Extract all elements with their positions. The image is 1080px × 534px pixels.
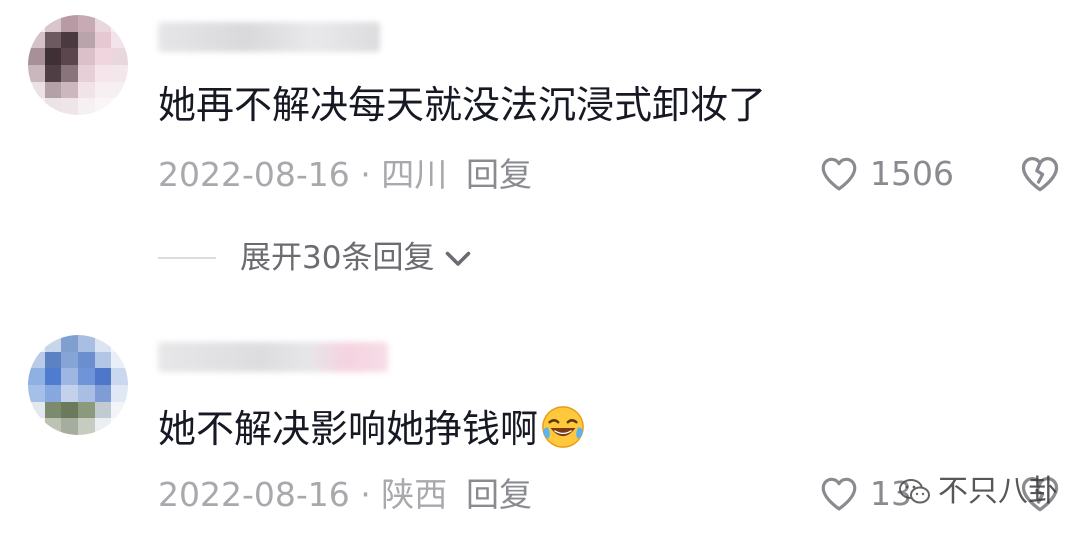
comment-text: 她不解决影响她挣钱啊: [158, 404, 586, 452]
comment-text: 她再不解决每天就没法沉浸式卸妆了: [158, 83, 767, 127]
expand-replies-button[interactable]: 展开30条回复: [158, 238, 476, 278]
heart-outline-icon: [821, 157, 857, 191]
comment-location: 四川: [381, 155, 448, 194]
comment-date: 2022-08-16: [158, 155, 350, 194]
avatar[interactable]: [28, 15, 128, 115]
dislike-button[interactable]: [1018, 152, 1062, 200]
username-redacted[interactable]: [158, 342, 388, 372]
expand-replies-label: 展开30条回复: [240, 240, 435, 276]
meta-separator: ·: [360, 475, 371, 514]
chevron-down-icon: [446, 251, 471, 266]
comment-meta: 2022-08-16 · 陕西: [158, 475, 447, 515]
laughing-tears-emoji-icon: [542, 406, 584, 448]
reply-button[interactable]: 回复: [466, 155, 532, 195]
watermark-text: 不只八卦: [938, 474, 1058, 509]
like-button[interactable]: 1506: [818, 153, 954, 195]
wechat-logo-icon: [899, 479, 930, 504]
comment-meta: 2022-08-16 · 四川: [158, 155, 447, 195]
meta-separator: ·: [360, 155, 371, 194]
username-redacted[interactable]: [158, 22, 380, 52]
comment-date: 2022-08-16: [158, 475, 350, 514]
comment-location: 陕西: [381, 475, 448, 514]
avatar[interactable]: [28, 335, 128, 435]
reply-button[interactable]: 回复: [466, 475, 532, 515]
expand-divider: [158, 257, 216, 259]
broken-heart-icon: [1021, 156, 1059, 192]
heart-outline-icon: [821, 477, 857, 511]
watermark: 不只八卦: [898, 474, 1058, 510]
comment-list: 她再不解决每天就没法沉浸式卸妆了 2022-08-16 · 四川 回复 1506…: [0, 0, 1080, 534]
like-count: 1506: [870, 154, 954, 193]
